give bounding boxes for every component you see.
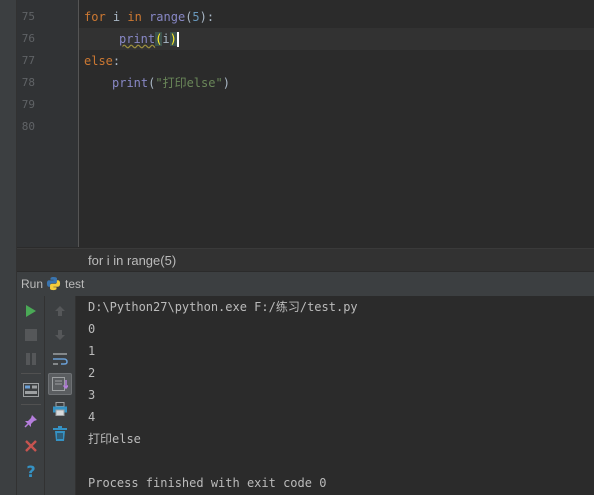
code-area[interactable]: for i in range(5): print(i) else: print(… xyxy=(79,0,594,247)
console-line: 1 xyxy=(88,344,96,358)
line-number: 79 xyxy=(21,98,35,111)
keyword-for: for xyxy=(84,10,106,24)
code-arg: i xyxy=(162,32,170,46)
run-panel-title: Run xyxy=(21,277,44,291)
line-number: 75 xyxy=(21,10,35,23)
console-line: 打印else xyxy=(88,432,141,446)
line-number: 78 xyxy=(21,76,35,89)
run-toolbar-secondary xyxy=(45,296,76,495)
python-icon xyxy=(46,276,61,291)
breadcrumb-item[interactable]: for i in range(5) xyxy=(88,253,176,268)
soft-wrap-button[interactable] xyxy=(49,349,71,369)
code-paren: ): xyxy=(199,10,215,24)
breadcrumb[interactable]: for i in range(5) xyxy=(17,248,594,272)
stop-button[interactable] xyxy=(20,325,42,345)
builtin-print: print xyxy=(112,76,149,90)
run-config-name[interactable]: test xyxy=(65,277,84,291)
console-line: 0 xyxy=(88,322,96,336)
code-line-print-i[interactable]: print(i) xyxy=(119,28,179,50)
pin-tab-button[interactable] xyxy=(20,411,42,431)
line-number: 80 xyxy=(21,120,35,133)
console-output[interactable]: D:\Python27\python.exe F:/练习/test.py 0 1… xyxy=(76,296,594,495)
help-button[interactable]: ? xyxy=(20,461,42,481)
scroll-up-button[interactable] xyxy=(49,301,71,321)
console-line: 4 xyxy=(88,410,96,424)
pause-icon xyxy=(26,353,36,365)
code-line-for[interactable]: for i in range(5): xyxy=(84,6,214,28)
console-line: Process finished with exit code 0 xyxy=(88,476,327,490)
stop-icon xyxy=(25,329,37,341)
trash-icon xyxy=(53,426,67,441)
run-toolbar-primary: ? xyxy=(17,296,45,495)
line-number: 77 xyxy=(21,54,35,67)
scroll-down-button[interactable] xyxy=(49,325,71,345)
svg-text:?: ? xyxy=(26,463,35,479)
builtin-print: print xyxy=(119,32,156,46)
clear-all-button[interactable] xyxy=(49,424,71,444)
console-line: D:\Python27\python.exe F:/练习/test.py xyxy=(88,300,358,314)
code-paren: ) xyxy=(222,76,230,90)
soft-wrap-icon xyxy=(53,353,68,365)
matched-paren: ) xyxy=(169,32,177,46)
code-editor[interactable]: 75 76 77 78 79 80 for i in range(5): pri… xyxy=(17,0,594,247)
line-number: 76 xyxy=(21,32,35,45)
run-panel-header: Run test xyxy=(17,271,594,297)
close-icon xyxy=(25,440,37,452)
arrow-up-icon xyxy=(55,306,65,316)
toolbar-separator xyxy=(21,404,41,405)
console-line: 2 xyxy=(88,366,96,380)
close-run-button[interactable] xyxy=(20,436,42,456)
pin-icon xyxy=(24,415,37,428)
text-caret xyxy=(176,32,179,47)
builtin-range: range xyxy=(149,10,186,24)
console-line: 3 xyxy=(88,388,96,402)
play-icon xyxy=(26,305,36,317)
code-line-else[interactable]: else: xyxy=(84,50,120,72)
rerun-button[interactable] xyxy=(20,301,42,321)
help-icon: ? xyxy=(26,463,35,479)
keyword-in: in xyxy=(127,10,142,24)
scroll-end-icon xyxy=(52,377,68,391)
keyword-else: else xyxy=(84,54,113,68)
print-button[interactable] xyxy=(49,399,71,419)
scroll-to-end-toggle[interactable] xyxy=(48,373,72,395)
printer-icon xyxy=(53,402,67,416)
pause-button[interactable] xyxy=(20,349,42,369)
code-colon: : xyxy=(112,54,121,68)
code-string: "打印else" xyxy=(155,76,223,90)
toolbar-separator xyxy=(21,373,41,374)
left-tool-strip[interactable]: es xyxy=(0,0,17,495)
editor-gutter: 75 76 77 78 79 80 xyxy=(17,0,79,247)
code-line-print-else[interactable]: print("打印else") xyxy=(112,72,230,94)
code-number: 5 xyxy=(192,10,200,24)
code-var: i xyxy=(105,10,128,24)
layout-button[interactable] xyxy=(20,380,42,400)
layout-icon xyxy=(23,383,39,397)
arrow-down-icon xyxy=(55,330,65,340)
